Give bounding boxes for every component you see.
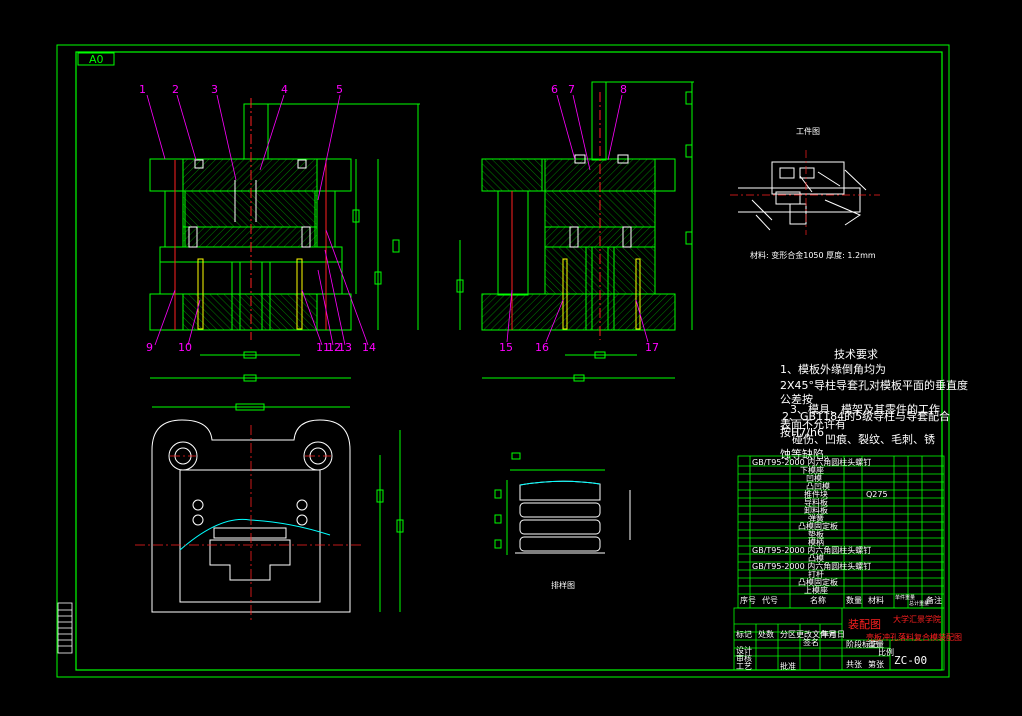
school-name: 大学汇景学院 — [893, 614, 941, 624]
bom-header-name: 名称 — [810, 595, 826, 605]
tb-sheet-no: 第张 — [868, 659, 884, 669]
sheet-size-label: A0 — [89, 53, 104, 66]
bom-header-material: 材料 — [868, 595, 884, 605]
plan-view-dims — [152, 403, 404, 612]
strip-layout-dims — [494, 452, 631, 555]
callout-7: 7 — [568, 83, 575, 96]
tech-line-8: 2、GB1184的5级导柱与导套配合 — [782, 409, 950, 423]
tb-zone: 分区 — [780, 630, 796, 639]
part-drawing-title: 工件图 — [796, 126, 820, 136]
callout-2: 2 — [172, 83, 179, 96]
tb-mark: 标记 — [736, 629, 752, 639]
strip-layout — [515, 480, 605, 554]
tech-lines: 1、模板外缘倒角均为 2X45°导柱导套孔对模板平面的垂直度 公差按 3、模具、… — [780, 362, 968, 461]
bom-header-code: 代号 — [762, 595, 778, 605]
callout-1: 1 — [139, 83, 146, 96]
part-material-note: 材料: 变形合金1050 厚度: 1.2mm — [750, 250, 876, 260]
side-section-view — [456, 81, 694, 382]
bom-material-hint: Q275 — [866, 490, 888, 499]
bom-table-grid — [737, 455, 945, 609]
bom-header: 序号 代号 名称 数量 材料 单件重量 总计重量 备注 — [740, 594, 942, 607]
callout-4: 4 — [281, 83, 288, 96]
callout-8: 8 — [620, 83, 627, 96]
callout-10: 10 — [178, 341, 192, 354]
bom-header-qty: 数量 — [846, 595, 862, 605]
callout-5: 5 — [336, 83, 343, 96]
tech-line-9: 按H7/h6 — [780, 425, 824, 439]
callout-3: 3 — [211, 83, 218, 96]
title-mark: 装配图 — [848, 618, 881, 631]
tb-count: 处数 — [758, 629, 774, 639]
callout-9: 9 — [146, 341, 153, 354]
tech-heading: 技术要求 — [834, 348, 878, 361]
tech-line-2: 2X45°导柱导套孔对模板平面的垂直度 — [780, 378, 968, 392]
callout-14: 14 — [362, 341, 376, 354]
callout-6: 6 — [551, 83, 558, 96]
bom-header-unit-weight: 单件重量 — [895, 594, 915, 601]
callout-13: 13 — [338, 341, 352, 354]
drawing-number: ZC-00 — [894, 654, 927, 667]
drawing-subtitle: 壳板冲孔落料复合模装配图 — [866, 632, 962, 642]
part-drawing-centerlines — [730, 150, 880, 235]
callout-15: 15 — [499, 341, 513, 354]
callout-17: 17 — [645, 341, 659, 354]
tb-scale: 比例 — [878, 647, 894, 657]
cad-drawing-canvas: A0 1 2 3 4 5 9 10 11 12 13 14 6 7 8 15 1… — [56, 44, 968, 678]
tech-line-1: 1、模板外缘倒角均为 — [780, 362, 886, 376]
tb-date: 年月日 — [821, 629, 845, 639]
bom-header-remark: 备注 — [926, 595, 942, 605]
bom-row-text: 上模座 — [804, 585, 828, 595]
tb-total-sheets: 共张 — [846, 660, 862, 669]
tb-approve: 批准 — [780, 661, 796, 671]
tb-process: 工艺 — [736, 662, 752, 671]
binding-strip — [57, 602, 73, 654]
bom-rows: GB/T95-2000 内六角圆柱头螺钉 下模座 凹模 凸凹模 推件块 导料板 … — [752, 457, 888, 595]
part-drawing — [738, 161, 867, 231]
tb-sign: 签名 — [803, 637, 819, 647]
bom-header-no: 序号 — [740, 595, 756, 605]
callout-16: 16 — [535, 341, 549, 354]
strip-layout-title: 排样图 — [551, 580, 575, 590]
